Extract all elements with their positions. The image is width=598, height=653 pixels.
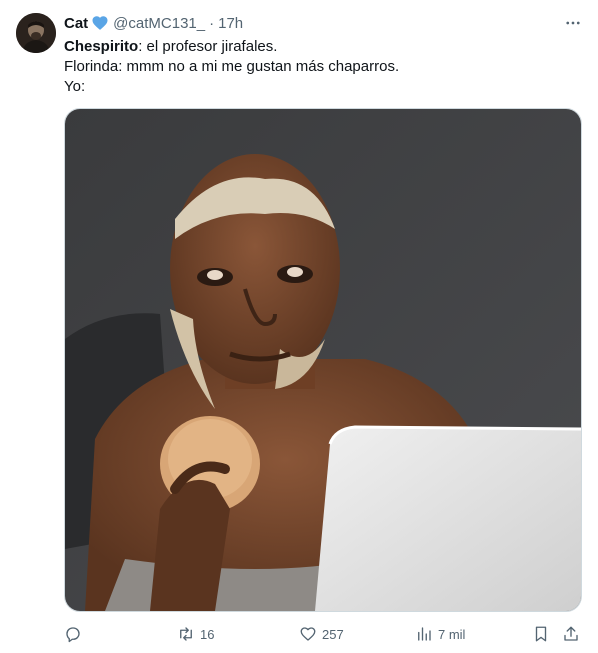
more-icon: [566, 21, 580, 25]
reply-icon: [66, 627, 80, 643]
tweet-text-line-1: Chespirito: el profesor jirafales.: [64, 37, 584, 57]
photo-illustration: [65, 109, 581, 611]
share-button[interactable]: [562, 623, 580, 645]
like-count: 257: [322, 626, 344, 642]
tweet[interactable]: Cat @catMC131_ · 17h Chespirito: el prof…: [0, 0, 598, 653]
tweet-text-line-3: Yo:: [64, 78, 86, 95]
tweet-header: Cat @catMC131_ · 17h: [64, 13, 243, 33]
retweet-button[interactable]: 16: [177, 623, 214, 645]
tweet-text: Chespirito: el profesor jirafales. Flori…: [64, 37, 584, 97]
views-button[interactable]: 7 mil: [415, 623, 465, 645]
heart-icon: [300, 627, 316, 641]
author-handle[interactable]: @catMC131_: [113, 15, 205, 32]
avatar[interactable]: [16, 13, 56, 53]
reply-button[interactable]: [64, 623, 87, 645]
retweet-icon: [180, 627, 192, 641]
display-name[interactable]: Cat: [64, 15, 88, 32]
verified-badge-icon: [91, 14, 109, 32]
tweet-text-line-2: Florinda: mmm no a mi me gustan más chap…: [64, 58, 400, 75]
views-count: 7 mil: [438, 626, 466, 642]
action-bar: 16 257 7 mil: [64, 623, 584, 645]
tweet-photo[interactable]: [64, 108, 582, 612]
tweet-text-line-1-rest: : el profesor jirafales.: [138, 38, 278, 55]
bookmark-icon: [535, 626, 547, 642]
bookmark-button[interactable]: [532, 623, 550, 645]
views-icon: [418, 627, 431, 641]
share-icon: [564, 626, 578, 641]
timestamp[interactable]: 17h: [218, 15, 243, 32]
more-button[interactable]: [562, 13, 584, 33]
mention-chespirito: Chespirito: [64, 38, 139, 55]
separator-dot: ·: [209, 14, 215, 32]
like-button[interactable]: 257: [299, 623, 344, 645]
retweet-count: 16: [200, 626, 215, 642]
